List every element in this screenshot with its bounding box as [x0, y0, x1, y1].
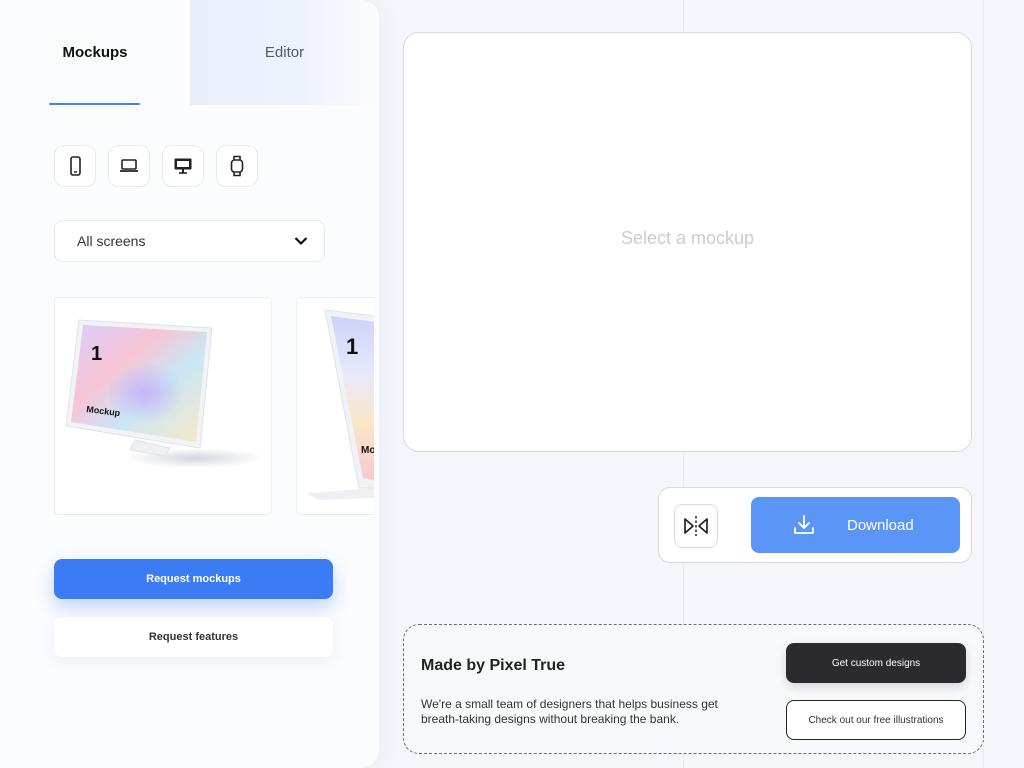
promo-box: Made by Pixel True We're a small team of…	[403, 624, 984, 754]
request-features-button[interactable]: Request features	[54, 617, 333, 657]
mockup-card[interactable]: 1 Mo	[296, 297, 374, 515]
download-button[interactable]: Download	[751, 497, 960, 553]
device-watch-button[interactable]	[216, 145, 258, 187]
screen-filter-select[interactable]: All screens	[54, 220, 325, 262]
tab-mockups-label: Mockups	[62, 44, 128, 61]
screen-filter-value: All screens	[77, 233, 146, 249]
get-custom-designs-button[interactable]: Get custom designs	[786, 643, 966, 683]
device-filter	[54, 145, 258, 187]
promo-title: Made by Pixel True	[421, 657, 566, 674]
preview-placeholder: Select a mockup	[620, 227, 755, 248]
mockup-card-number: 1	[91, 343, 102, 365]
desktop-icon	[174, 158, 192, 174]
mockup-card-label: Mo	[361, 445, 374, 456]
flip-button[interactable]	[674, 504, 718, 548]
tab-bar: Mockups Editor	[0, 0, 379, 105]
active-tab-indicator	[49, 103, 140, 105]
action-bar: Download	[658, 487, 972, 563]
flip-horizontal-icon	[684, 516, 708, 536]
tab-editor-label: Editor	[264, 44, 305, 61]
request-mockups-button[interactable]: Request mockups	[54, 559, 333, 599]
download-icon	[793, 514, 815, 536]
device-laptop-button[interactable]	[108, 145, 150, 187]
laptop-icon	[120, 159, 138, 172]
mockup-card-number: 1	[346, 334, 358, 359]
free-illustrations-button[interactable]: Check out our free illustrations	[786, 700, 966, 740]
device-phone-button[interactable]	[54, 145, 96, 187]
mockup-preview-area: Select a mockup	[403, 32, 972, 452]
mockup-card[interactable]: 1 Mockup	[54, 297, 272, 515]
mockup-thumbnail: 1 Mockup	[65, 319, 265, 468]
phone-icon	[70, 156, 81, 176]
device-desktop-button[interactable]	[162, 145, 204, 187]
mockup-thumbnail: 1 Mo	[307, 309, 374, 500]
download-label: Download	[847, 516, 914, 534]
watch-icon	[230, 155, 244, 177]
sidebar-panel: Mockups Editor All screens 1 Mockup 1 M …	[0, 0, 379, 768]
chevron-down-icon	[294, 237, 308, 246]
promo-description: We're a small team of designers that hel…	[421, 697, 718, 726]
tab-mockups[interactable]: Mockups	[0, 0, 190, 105]
tab-editor[interactable]: Editor	[190, 0, 379, 105]
